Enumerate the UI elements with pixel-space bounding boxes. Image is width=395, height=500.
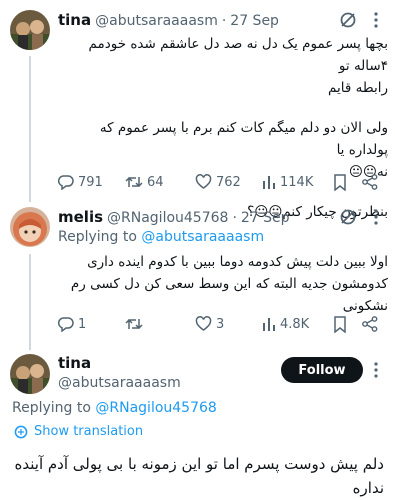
reply-button[interactable]: 1 [58,316,86,332]
thread-line [29,56,31,202]
text-line: رابطه قایم [328,80,388,96]
like-count: 762 [216,174,241,190]
views-count: 114K [280,174,314,190]
reply-button[interactable]: 791 [58,174,103,190]
views-icon [263,318,275,331]
retweet-count: 64 [147,174,164,190]
more-options-icon[interactable] [374,11,378,29]
views-button[interactable]: 114K [262,174,313,190]
user-handle[interactable]: @RNagilou45768 [107,210,228,226]
replying-mention-link[interactable]: @RNagilou45768 [95,400,216,416]
retweet-button[interactable] [125,316,147,332]
reply-icon [58,175,74,190]
grok-icon[interactable] [339,11,357,29]
reply-icon [58,317,74,332]
thread-line [29,254,31,350]
avatar[interactable] [10,207,50,247]
heart-icon [195,316,212,331]
tweet-header: melis @RNagilou45768 · 27 Sep [58,208,290,226]
views-button[interactable]: 4.8K [262,316,309,332]
text-line: نداره [352,479,384,497]
text-line: دلم پیش دوست پسرم اما تو این زمونه با بی… [14,455,384,473]
tweet-text: دلم پیش دوست پسرم اما تو این زمونه با بی… [14,452,384,500]
share-icon [362,174,378,190]
tweet-text: بچها پسر عموم یک دل نه صد دل عاشقم شده خ… [58,33,389,223]
user-handle[interactable]: @abutsaraaaasm [58,375,181,391]
bookmark-icon [334,174,346,191]
reply-count: 791 [78,174,103,190]
like-count: 3 [216,316,225,332]
text-line: کدومشون جدیه البته که این وسط سعی کن دل … [70,276,388,292]
reply-count: 1 [78,316,87,332]
tweet-date[interactable]: 27 Sep [230,13,279,29]
like-button[interactable]: 3 [195,316,224,332]
translate-icon [14,425,28,438]
tweet-header: tina @abutsaraaaasm [58,354,181,391]
views-count: 4.8K [280,316,310,332]
display-name[interactable]: melis [58,208,103,226]
like-button[interactable]: 762 [195,174,241,190]
share-button[interactable] [362,316,378,332]
show-translation-label: Show translation [34,424,144,439]
heart-icon [195,174,212,189]
replying-label: Replying to [58,229,137,245]
share-button[interactable] [362,174,378,190]
text-line: بچها پسر عموم یک دل نه صد دل عاشقم شده خ… [88,36,389,74]
replying-to: Replying to @RNagilou45768 [12,400,217,416]
more-options-icon[interactable] [374,208,378,226]
bookmark-button[interactable] [333,174,347,191]
separator-dot: · [221,13,227,29]
display-name[interactable]: tina [58,354,181,372]
share-icon [362,316,378,332]
user-handle[interactable]: @abutsaraaaasm [95,13,218,29]
avatar[interactable] [10,10,50,50]
bookmark-button[interactable] [333,316,347,333]
tweet-2[interactable]: melis @RNagilou45768 · 27 Sep Replying t… [0,198,395,350]
replying-mention-link[interactable]: @abutsaraaaasm [141,229,264,245]
replying-label: Replying to [12,400,91,416]
retweet-icon [125,318,143,330]
avatar[interactable] [10,354,50,394]
views-icon [263,176,275,189]
retweet-icon [125,176,143,188]
show-translation-link[interactable]: Show translation [14,424,143,439]
text-line: اولا ببین دلت پیش کدومه دوما ببین با کدو… [87,254,388,270]
text-line: ولی الان دو دلم میگم کات کنم برم با پسر … [99,120,388,158]
more-options-icon[interactable] [374,361,378,379]
tweet-header: tina @abutsaraaaasm · 27 Sep [58,11,279,29]
tweet-text: اولا ببین دلت پیش کدومه دوما ببین با کدو… [58,251,388,317]
tweet-date[interactable]: 27 Sep [241,210,290,226]
tweet-1[interactable]: tina @abutsaraaaasm · 27 Sep بچها پسر عم… [0,0,395,220]
retweet-button[interactable]: 64 [125,174,164,190]
replying-to: Replying to @abutsaraaaasm [58,229,264,245]
follow-button[interactable]: Follow [281,357,363,383]
separator-dot: · [232,210,237,226]
display-name[interactable]: tina [58,11,91,29]
text-line: نشکونی [342,298,388,314]
grok-icon[interactable] [339,208,357,226]
bookmark-icon [334,316,346,333]
